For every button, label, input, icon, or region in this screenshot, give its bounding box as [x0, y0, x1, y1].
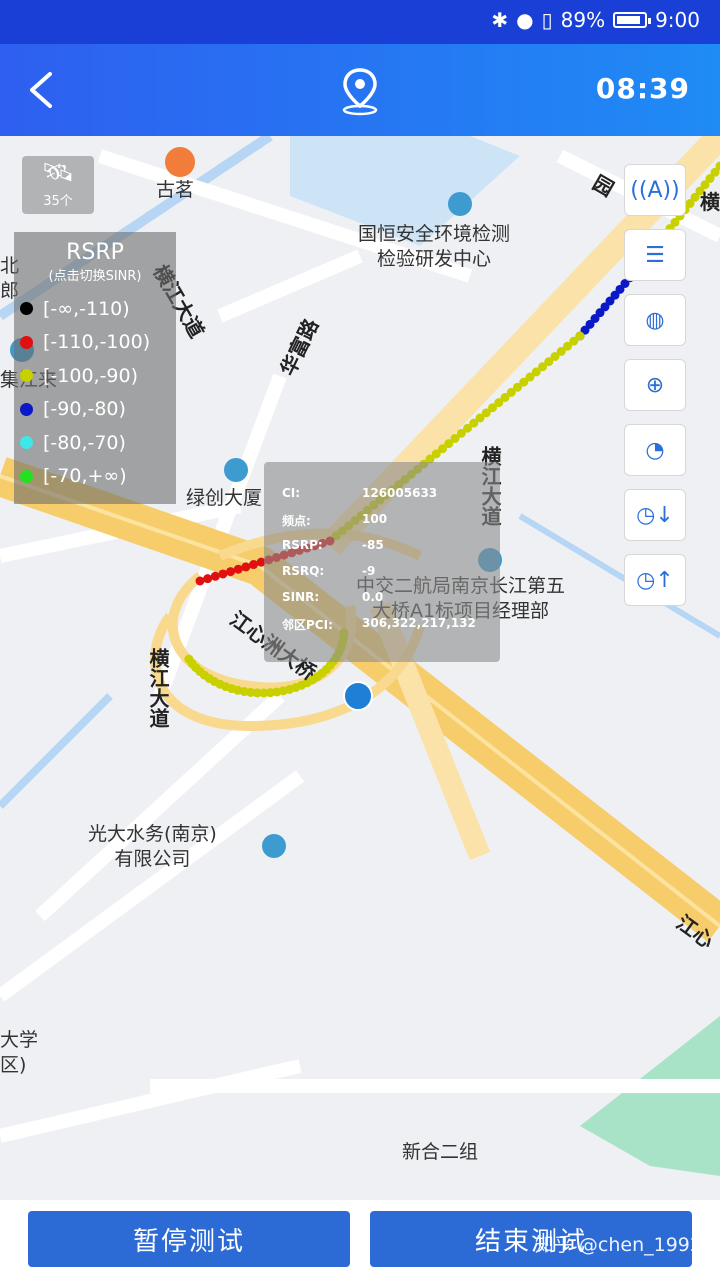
rsrp-legend[interactable]: RSRP (点击切换SINR) [-∞,-110) [-110,-100) [-…: [14, 232, 176, 504]
legend-item: [-90,-80): [14, 393, 176, 427]
track-point: [233, 564, 243, 574]
back-arrow-icon[interactable]: [24, 70, 64, 110]
status-bar: ✱ ● ▯ 89% 9:00: [0, 0, 720, 44]
cell-info-popup: CI: 126005633 频点: 100 RSRP: -85 RSRQ: -9…: [264, 462, 500, 662]
building-icon: [448, 192, 472, 216]
status-icons: ✱ ● ▯ 89% 9:00: [491, 8, 700, 32]
legend-item: [-100,-90): [14, 359, 176, 393]
track-point: [241, 562, 251, 572]
satellite-icon: 🛰: [41, 158, 75, 188]
legend-label: [-90,-80): [43, 398, 126, 421]
river: [0, 693, 113, 809]
clock: 9:00: [655, 8, 700, 32]
battery-icon: [613, 12, 652, 28]
poi-label: 绿创大厦: [186, 487, 263, 509]
test-timer: 08:39: [595, 72, 690, 105]
pause-test-button[interactable]: 暂停测试: [28, 1211, 350, 1267]
map-toolbar: ((A)) ☰ ◍ ⊕ ◔ ◷↓ ◷↑: [624, 164, 686, 619]
poi-label: 光大水务(南京) 有限公司: [88, 823, 217, 870]
bottom-bar: 暂停测试 结束测试 知乎 @chen_1992: [0, 1200, 720, 1280]
legend-item: [-70,+∞): [14, 460, 176, 494]
antenna-icon[interactable]: ((A)): [624, 164, 686, 216]
vibrate-icon: ▯: [541, 8, 553, 32]
cell-info-value: 100: [362, 512, 388, 526]
cell-info-value: -9: [362, 564, 376, 578]
legend-label: [-110,-100): [43, 331, 151, 354]
building-icon: [224, 458, 248, 482]
cell-info-label: 邻区PCI:: [282, 618, 333, 632]
poi-label: 新合二组: [402, 1141, 479, 1163]
track-point: [249, 560, 259, 570]
legend-label: [-70,+∞): [43, 465, 127, 488]
legend-dot: [20, 436, 33, 450]
legend-title: RSRP: [66, 240, 124, 265]
legend-dot: [20, 302, 33, 316]
legend-dot: [20, 335, 33, 349]
track-point: [203, 574, 213, 584]
poi-label: 国恒安全环境检测 检验研发中心: [358, 223, 511, 270]
legend-item: [-80,-70): [14, 426, 176, 460]
cell-info-label: CI:: [282, 486, 301, 500]
legend-dot: [20, 469, 33, 483]
upload-speed-icon[interactable]: ◷↑: [624, 554, 686, 606]
watermark: 知乎 @chen_1992: [534, 1234, 702, 1256]
satellite-count: 35个: [43, 194, 73, 209]
locate-icon[interactable]: ⊕: [624, 359, 686, 411]
legend-subtitle: (点击切换SINR): [48, 269, 142, 284]
globe-icon[interactable]: ◍: [624, 294, 686, 346]
download-speed-icon[interactable]: ◷↓: [624, 489, 686, 541]
road-label: 横: [700, 190, 720, 214]
legend-dot: [20, 402, 33, 416]
cell-info-label: 频点:: [282, 514, 311, 528]
cell-info-value: 126005633: [362, 486, 438, 500]
cell-info-value: 306,322,217,132: [362, 616, 476, 630]
app-bar: 08:39: [0, 44, 720, 136]
current-position-marker: [343, 681, 373, 711]
road-label: 横江大道: [146, 648, 170, 728]
restaurant-icon: [165, 147, 195, 177]
track-point: [226, 567, 236, 577]
cell-info-label: RSRQ:: [282, 564, 325, 578]
legend-item: [-∞,-110): [14, 292, 176, 326]
legend-item: [-110,-100): [14, 326, 176, 360]
cell-info-label: RSRP:: [282, 538, 323, 552]
park-area: [580, 1016, 720, 1176]
legend-label: [-∞,-110): [43, 297, 130, 320]
cell-info-value: 0.0: [362, 590, 384, 604]
location-icon: ●: [516, 8, 534, 32]
map-pin-icon[interactable]: [338, 66, 382, 116]
cell-info-value: -85: [362, 538, 384, 552]
poi-label: 大学 区): [0, 1029, 39, 1076]
battery-percent: 89%: [560, 8, 606, 32]
map-view[interactable]: 古茗 国恒安全环境检测 检验研发中心 绿创大厦 中交二航局南京长江第五 大桥A1…: [0, 136, 720, 1200]
legend-label: [-80,-70): [43, 431, 126, 454]
list-icon[interactable]: ☰: [624, 229, 686, 281]
track-point: [195, 576, 205, 586]
track-point: [218, 569, 228, 579]
track-point: [210, 571, 220, 581]
legend-dot: [20, 369, 33, 383]
poi-label: 古茗: [156, 179, 195, 201]
bluetooth-icon: ✱: [491, 8, 509, 32]
satellite-counter[interactable]: 🛰 35个: [22, 156, 94, 214]
speed-icon[interactable]: ◔: [624, 424, 686, 476]
cell-info-label: SINR:: [282, 590, 320, 604]
legend-label: [-100,-90): [43, 364, 139, 387]
building-icon: [262, 834, 286, 858]
